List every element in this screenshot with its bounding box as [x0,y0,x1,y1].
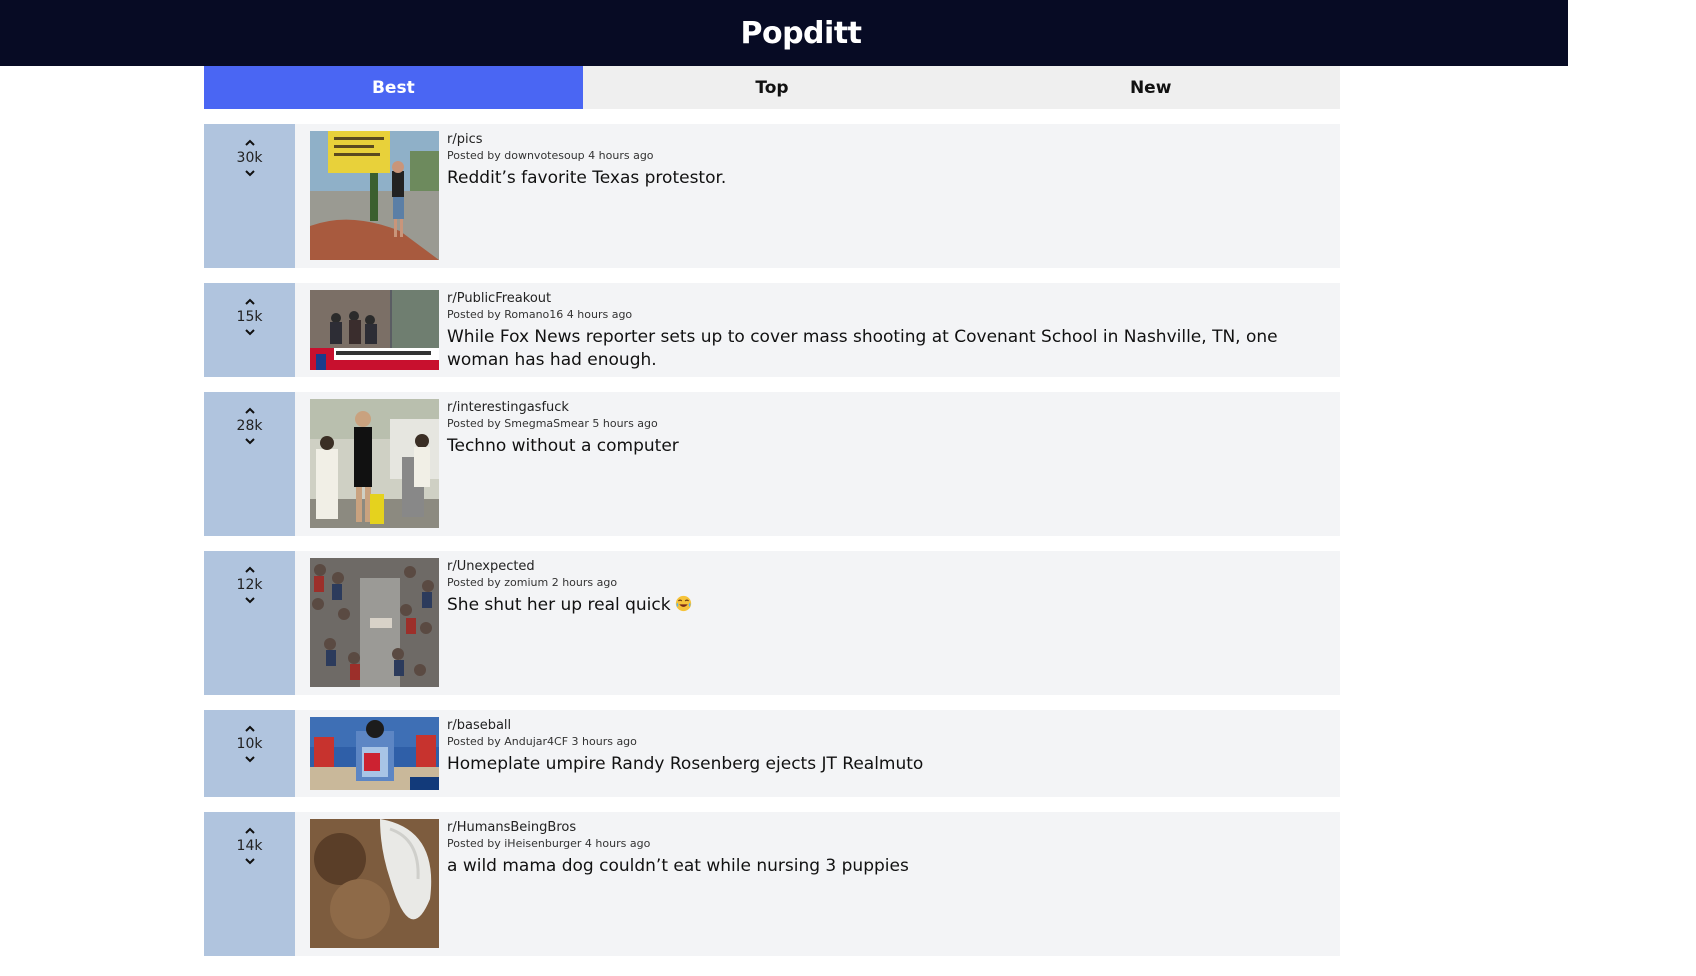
tab-new[interactable]: New [961,66,1340,109]
tab-top[interactable]: Top [583,66,962,109]
post-meta: Posted by Romano16 4 hours ago [447,308,633,321]
post-thumbnail[interactable] [310,717,439,790]
subreddit-link[interactable]: r/pics [447,131,726,149]
subreddit-link[interactable]: r/PublicFreakout [447,290,1320,308]
upvote-chevron-up-icon[interactable] [243,138,257,148]
vote-column: 15k [204,283,295,377]
post-title-text: She shut her up real quick [447,595,671,615]
downvote-chevron-down-icon[interactable] [243,168,257,178]
post-info: r/Unexpected Posted by zomium 2 hours ag… [447,551,712,695]
post-meta: Posted by downvotesoup 4 hours ago [447,149,654,162]
vote-column: 30k [204,124,295,268]
top-header: Popditt [0,0,1568,66]
post-thumbnail[interactable] [310,131,439,260]
post-title[interactable]: a wild mama dog couldn’t eat while nursi… [447,855,909,878]
post-thumbnail[interactable] [310,399,439,528]
post-title[interactable]: Homeplate umpire Randy Rosenberg ejects … [447,753,923,776]
post-title[interactable]: Reddit’s favorite Texas protestor. [447,167,726,190]
subreddit-link[interactable]: r/HumansBeingBros [447,819,909,837]
vote-column: 12k [204,551,295,695]
post-info: r/interestingasfuck Posted by SmegmaSmea… [447,392,699,536]
post-card: 15k r/PublicFreakout Posted by Romano16 … [204,283,1340,377]
downvote-chevron-down-icon[interactable] [243,856,257,866]
subreddit-link[interactable]: r/interestingasfuck [447,399,679,417]
downvote-chevron-down-icon[interactable] [243,436,257,446]
downvote-chevron-down-icon[interactable] [243,327,257,337]
post-card: 10k r/baseball Posted by Andujar4CF 3 ho… [204,710,1340,797]
post-thumbnail[interactable] [310,819,439,948]
vote-column: 28k [204,392,295,536]
post-thumbnail[interactable] [310,290,439,370]
downvote-chevron-down-icon[interactable] [243,754,257,764]
vote-score: 28k [236,418,263,434]
tab-best[interactable]: Best [204,66,583,109]
post-card: 30k r/pics Posted by downvotesoup 4 hour… [204,124,1340,268]
sort-tabs: Best Top New [204,66,1340,109]
post-title[interactable]: Techno without a computer [447,435,679,458]
post-title[interactable]: While Fox News reporter sets up to cover… [447,326,1320,372]
laughing-face-emoji-icon [675,595,691,612]
vote-score: 12k [236,577,263,593]
post-meta: Posted by zomium 2 hours ago [447,576,618,589]
post-title[interactable]: She shut her up real quick [447,594,692,617]
upvote-chevron-up-icon[interactable] [243,826,257,836]
post-card: 12k r/Unexpected Posted by zomium 2 hour… [204,551,1340,695]
upvote-chevron-up-icon[interactable] [243,297,257,307]
post-info: r/PublicFreakout Posted by Romano16 4 ho… [447,283,1340,377]
post-meta: Posted by iHeisenburger 4 hours ago [447,837,651,850]
upvote-chevron-up-icon[interactable] [243,724,257,734]
post-meta: Posted by SmegmaSmear 5 hours ago [447,417,658,430]
vote-score: 10k [236,736,263,752]
post-meta: Posted by Andujar4CF 3 hours ago [447,735,637,748]
subreddit-link[interactable]: r/baseball [447,717,923,735]
downvote-chevron-down-icon[interactable] [243,595,257,605]
app-title[interactable]: Popditt [706,16,862,51]
post-card: 14k r/HumansBeingBros Posted by iHeisenb… [204,812,1340,956]
post-feed: 30k r/pics Posted by downvotesoup 4 hour… [204,124,1340,971]
post-thumbnail[interactable] [310,558,439,687]
vote-column: 14k [204,812,295,956]
post-info: r/HumansBeingBros Posted by iHeisenburge… [447,812,929,956]
vote-score: 30k [236,150,263,166]
subreddit-link[interactable]: r/Unexpected [447,558,692,576]
upvote-chevron-up-icon[interactable] [243,406,257,416]
vote-score: 14k [236,838,263,854]
upvote-chevron-up-icon[interactable] [243,565,257,575]
vote-column: 10k [204,710,295,797]
post-card: 28k r/interestingasfuck Posted by Smegma… [204,392,1340,536]
post-info: r/pics Posted by downvotesoup 4 hours ag… [447,124,746,268]
vote-score: 15k [236,309,263,325]
post-info: r/baseball Posted by Andujar4CF 3 hours … [447,710,943,797]
